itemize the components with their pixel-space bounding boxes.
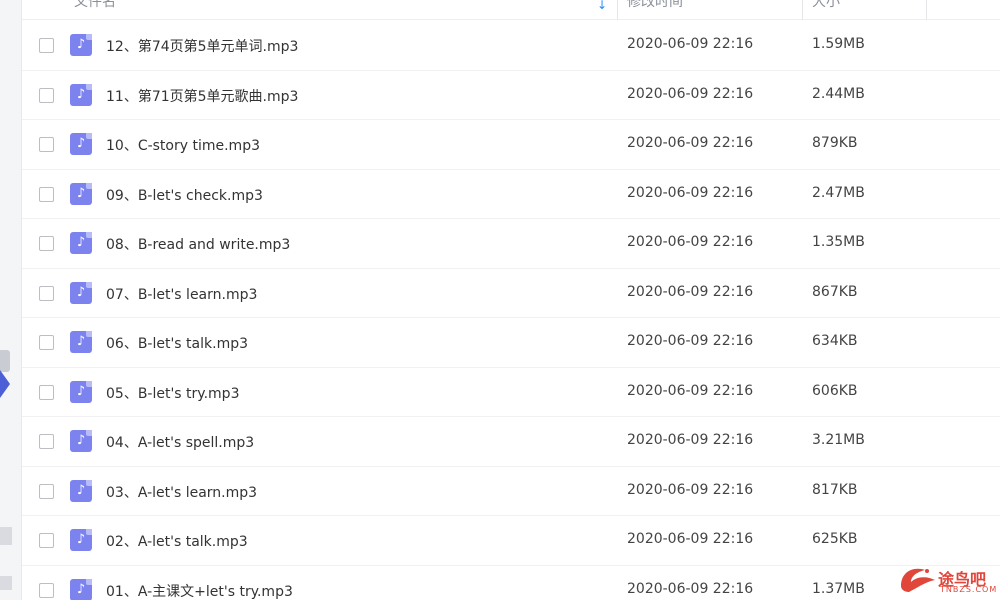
- music-file-icon: ♪: [70, 430, 92, 452]
- row-checkbox[interactable]: [39, 483, 54, 499]
- column-header-size[interactable]: 大小: [812, 0, 840, 11]
- file-row[interactable]: ♪ 08、B-read and write.mp3 2020-06-09 22:16…: [22, 219, 1000, 269]
- file-name[interactable]: 09、B-let's check.mp3: [106, 185, 263, 205]
- row-checkbox[interactable]: [39, 236, 54, 251]
- music-file-icon: ♪: [70, 34, 92, 56]
- music-file-icon: ♪: [70, 281, 92, 304]
- watermark-subtext: TNBZS.COM: [940, 585, 998, 594]
- file-modified-time: 2020-06-09 22:16: [627, 481, 754, 498]
- file-modified-time: 2020-06-09 22:16: [627, 432, 754, 448]
- file-name[interactable]: 01、A-主课文+let's try.mp3: [106, 581, 293, 600]
- file-modified-time: 2020-06-09 22:16: [627, 580, 754, 597]
- row-checkbox[interactable]: [39, 384, 54, 400]
- file-row[interactable]: ♪ 07、B-let's learn.mp3 2020-06-09 22:16 867…: [22, 269, 1000, 318]
- file-modified-time: 2020-06-09 22:16: [627, 85, 754, 102]
- column-divider[interactable]: [617, 0, 618, 20]
- file-row[interactable]: ♪ 02、A-let's talk.mp3 2020-06-09 22:16 625K…: [22, 516, 1000, 566]
- file-size: 606KB: [812, 382, 858, 399]
- sidebar-marker: [0, 527, 12, 545]
- sidebar-collapse-handle[interactable]: [0, 350, 10, 372]
- music-file-icon: ♪: [70, 529, 92, 551]
- file-modified-time: 2020-06-09 22:16: [627, 531, 754, 547]
- file-modified-time: 2020-06-09 22:16: [627, 184, 754, 201]
- file-row[interactable]: ♪ 11、第71页第5单元歌曲.mp3 2020-06-09 22:16 2.44MB: [22, 71, 1000, 120]
- file-modified-time: 2020-06-09 22:16: [627, 135, 754, 151]
- file-list: ♪ 12、第74页第5单元单词.mp3 2020-06-09 22:16 1.59MB…: [22, 21, 1000, 600]
- music-file-icon: ♪: [70, 380, 92, 403]
- file-row[interactable]: ♪ 05、B-let's try.mp3 2020-06-09 22:16 606KB: [22, 368, 1000, 417]
- file-name[interactable]: 05、B-let's try.mp3: [106, 383, 239, 403]
- file-row[interactable]: ♪ 04、A-let's spell.mp3 2020-06-09 22:16 3.2…: [22, 417, 1000, 467]
- file-modified-time: 2020-06-09 22:16: [627, 283, 754, 300]
- file-modified-time: 2020-06-09 22:16: [627, 382, 754, 399]
- file-row[interactable]: ♪ 10、C-story time.mp3 2020-06-09 22:16 879K…: [22, 120, 1000, 170]
- file-name[interactable]: 08、B-read and write.mp3: [106, 234, 290, 254]
- file-row[interactable]: ♪ 12、第74页第5单元单词.mp3 2020-06-09 22:16 1.59MB: [22, 21, 1000, 71]
- file-modified-time: 2020-06-09 22:16: [627, 234, 754, 250]
- row-checkbox[interactable]: [39, 582, 54, 598]
- file-size: 2.47MB: [812, 184, 865, 201]
- bird-logo-icon: [901, 568, 935, 592]
- file-size: 2.44MB: [812, 85, 865, 102]
- file-size: 817KB: [812, 481, 858, 498]
- row-checkbox[interactable]: [39, 186, 54, 202]
- file-name[interactable]: 04、A-let's spell.mp3: [106, 432, 254, 452]
- row-checkbox[interactable]: [39, 335, 54, 350]
- file-size: 1.37MB: [812, 580, 865, 597]
- file-list-header: 文件名 ↓ 修改时间 大小: [22, 0, 1000, 20]
- music-file-icon: ♪: [70, 479, 92, 502]
- row-checkbox[interactable]: [39, 434, 54, 449]
- music-file-icon: ♪: [70, 83, 92, 106]
- column-header-name[interactable]: 文件名: [74, 0, 116, 11]
- left-sidebar-strip: [0, 0, 22, 600]
- file-name[interactable]: 03、A-let's learn.mp3: [106, 482, 257, 502]
- file-name[interactable]: 02、A-let's talk.mp3: [106, 531, 248, 551]
- file-size: 3.21MB: [812, 432, 865, 448]
- music-file-icon: ♪: [70, 232, 92, 254]
- file-name[interactable]: 10、C-story time.mp3: [106, 135, 260, 155]
- sidebar-marker: [0, 576, 12, 590]
- file-size: 1.59MB: [812, 36, 865, 52]
- music-file-icon: ♪: [70, 133, 92, 155]
- row-checkbox[interactable]: [39, 87, 54, 103]
- file-row[interactable]: ♪ 01、A-主课文+let's try.mp3 2020-06-09 22:16 1…: [22, 566, 1000, 600]
- file-size: 867KB: [812, 283, 858, 300]
- file-row[interactable]: ♪ 03、A-let's learn.mp3 2020-06-09 22:16 817…: [22, 467, 1000, 516]
- file-name[interactable]: 07、B-let's learn.mp3: [106, 284, 257, 304]
- row-checkbox[interactable]: [39, 533, 54, 548]
- column-divider[interactable]: [802, 0, 803, 20]
- row-checkbox[interactable]: [39, 285, 54, 301]
- column-header-time[interactable]: 修改时间: [627, 0, 683, 11]
- row-checkbox[interactable]: [39, 38, 54, 53]
- file-size: 879KB: [812, 135, 858, 151]
- file-name[interactable]: 06、B-let's talk.mp3: [106, 333, 248, 353]
- file-name[interactable]: 11、第71页第5单元歌曲.mp3: [106, 86, 298, 106]
- music-file-icon: ♪: [70, 331, 92, 353]
- row-checkbox[interactable]: [39, 137, 54, 152]
- music-file-icon: ♪: [70, 182, 92, 205]
- file-name[interactable]: 12、第74页第5单元单词.mp3: [106, 36, 298, 56]
- column-divider[interactable]: [926, 0, 927, 20]
- file-modified-time: 2020-06-09 22:16: [627, 36, 754, 52]
- sort-arrow-down-icon[interactable]: ↓: [597, 0, 607, 12]
- file-size: 625KB: [812, 531, 858, 547]
- file-modified-time: 2020-06-09 22:16: [627, 333, 754, 349]
- music-file-icon: ♪: [70, 578, 92, 600]
- sidebar-expand-arrow-icon[interactable]: [0, 370, 10, 398]
- file-row[interactable]: ♪ 06、B-let's talk.mp3 2020-06-09 22:16 634K…: [22, 318, 1000, 368]
- file-size: 634KB: [812, 333, 858, 349]
- file-size: 1.35MB: [812, 234, 865, 250]
- file-row[interactable]: ♪ 09、B-let's check.mp3 2020-06-09 22:16 2.4…: [22, 170, 1000, 219]
